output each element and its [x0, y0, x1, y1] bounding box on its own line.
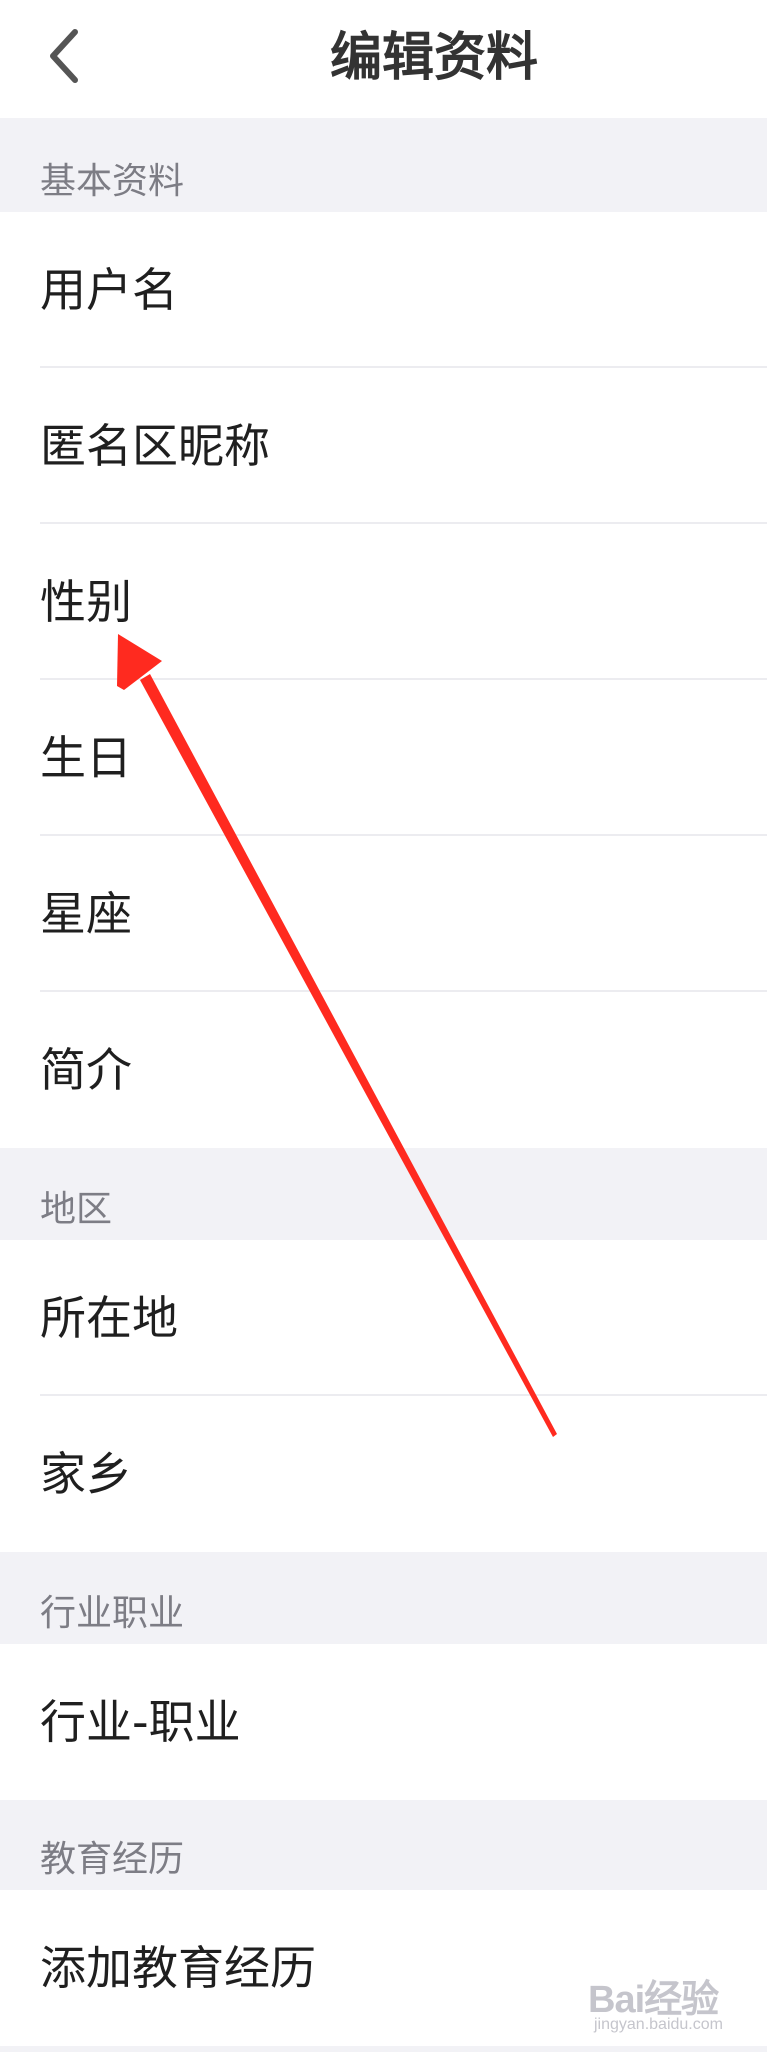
back-button[interactable] [30, 16, 100, 96]
row-anonymous-nickname[interactable]: 匿名区昵称 [0, 368, 767, 524]
section-header-education: 教育经历 [0, 1800, 767, 1890]
edit-profile-screen: 编辑资料 基本资料 用户名 匿名区昵称 性别 生日 星座 简介 地区 所在地 家… [0, 0, 767, 2052]
watermark-logo: Bai经验 [588, 1979, 719, 2021]
section-title: 行业职业 [40, 1593, 185, 1634]
row-hometown[interactable]: 家乡 [0, 1396, 767, 1552]
nav-bar: 编辑资料 [0, 0, 767, 118]
watermark-url: jingyan.baidu.com [594, 2016, 723, 2033]
row-label: 家乡 [40, 1447, 132, 1501]
row-label: 简介 [40, 1043, 132, 1097]
page-title: 编辑资料 [330, 28, 539, 88]
row-label: 所在地 [40, 1291, 178, 1345]
row-label: 添加教育经历 [40, 1941, 316, 1995]
section-header-basic: 基本资料 [0, 118, 767, 212]
section-header-industry: 行业职业 [0, 1552, 767, 1644]
row-bio[interactable]: 简介 [0, 992, 767, 1148]
row-constellation[interactable]: 星座 [0, 836, 767, 992]
section-title: 基本资料 [40, 161, 185, 202]
row-industry-occupation[interactable]: 行业-职业 [0, 1644, 767, 1800]
row-birthday[interactable]: 生日 [0, 680, 767, 836]
row-label: 星座 [40, 887, 132, 941]
row-label: 行业-职业 [40, 1695, 241, 1749]
watermark: Bai经验 jingyan.baidu.com [588, 1968, 758, 2038]
chevron-left-icon [50, 29, 78, 83]
section-title: 地区 [40, 1189, 113, 1230]
row-label: 生日 [40, 731, 132, 785]
section-title: 教育经历 [40, 1839, 185, 1880]
row-location[interactable]: 所在地 [0, 1240, 767, 1396]
section-header-region: 地区 [0, 1148, 767, 1240]
row-label: 用户名 [40, 263, 178, 317]
row-label: 匿名区昵称 [40, 419, 270, 473]
row-label: 性别 [40, 575, 132, 629]
row-gender[interactable]: 性别 [0, 524, 767, 680]
row-username[interactable]: 用户名 [0, 212, 767, 368]
